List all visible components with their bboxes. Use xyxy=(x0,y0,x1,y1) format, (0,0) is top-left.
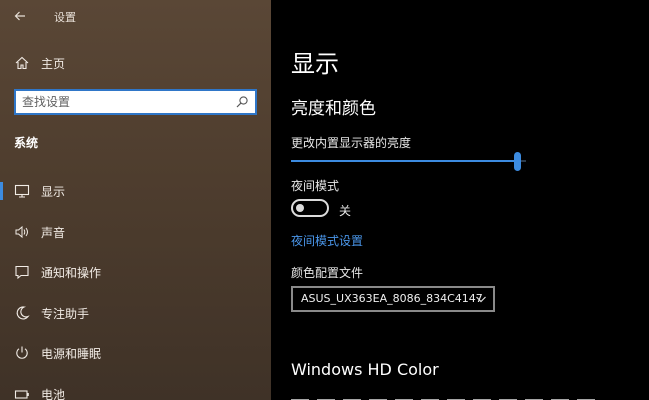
page-title: 显示 xyxy=(291,50,339,78)
color-profile-dropdown[interactable]: ASUS_UX363EA_8086_834C4147 xyxy=(291,286,495,312)
main-content: 显示 亮度和颜色 更改内置显示器的亮度 夜间模式 关 夜间模式设置 颜色配置文件… xyxy=(271,0,649,400)
sidebar-item-label: 主页 xyxy=(41,57,66,71)
night-light-state: 关 xyxy=(339,204,352,218)
moon-icon xyxy=(16,306,30,320)
section-title-brightness: 亮度和颜色 xyxy=(291,99,376,119)
sidebar-item-label: 声音 xyxy=(41,226,66,240)
power-icon xyxy=(16,346,28,359)
title-bar: 设置 xyxy=(0,0,271,32)
selection-indicator xyxy=(0,182,3,200)
section-label-system: 系统 xyxy=(14,136,39,150)
speaker-icon xyxy=(15,225,28,239)
night-light-settings-link[interactable]: 夜间模式设置 xyxy=(291,232,363,249)
color-profile-label: 颜色配置文件 xyxy=(291,266,364,280)
night-light-label: 夜间模式 xyxy=(291,179,340,193)
back-arrow-icon xyxy=(14,11,25,21)
back-button[interactable] xyxy=(10,6,30,26)
clipped-description-text xyxy=(291,390,631,400)
sidebar-item-label: 通知和操作 xyxy=(41,266,102,280)
sidebar-item-sound[interactable]: 声音 xyxy=(0,218,271,246)
sidebar-item-power-sleep[interactable]: 电源和睡眠 xyxy=(0,339,271,367)
sidebar-item-label: 显示 xyxy=(41,185,66,199)
hd-color-title: Windows HD Color xyxy=(291,360,439,379)
slider-fill xyxy=(291,160,518,162)
sidebar-item-label: 电池 xyxy=(41,388,66,400)
sidebar-item-focus-assist[interactable]: 专注助手 xyxy=(0,299,271,327)
chevron-down-icon xyxy=(476,296,486,303)
sidebar-item-label: 电源和睡眠 xyxy=(41,347,102,361)
brightness-label: 更改内置显示器的亮度 xyxy=(291,136,412,150)
home-icon xyxy=(15,56,29,70)
monitor-icon xyxy=(14,184,30,198)
search-input[interactable] xyxy=(22,93,227,111)
sidebar-item-battery[interactable]: 电池 xyxy=(0,380,271,400)
notification-icon xyxy=(15,265,29,280)
brightness-slider[interactable] xyxy=(291,152,526,172)
battery-icon xyxy=(14,390,29,399)
search-icon[interactable] xyxy=(235,95,249,109)
sidebar-item-display[interactable]: 显示 xyxy=(0,177,271,205)
search-box[interactable] xyxy=(14,89,257,115)
sidebar-item-notifications[interactable]: 通知和操作 xyxy=(0,258,271,286)
sidebar: 设置 主页 系统 显示 声音 通知和操作 xyxy=(0,0,271,400)
slider-thumb[interactable] xyxy=(514,152,521,171)
window-title: 设置 xyxy=(54,11,76,24)
night-light-toggle[interactable] xyxy=(291,199,329,217)
toggle-knob xyxy=(296,204,304,212)
sidebar-item-label: 专注助手 xyxy=(41,307,90,321)
dropdown-value: ASUS_UX363EA_8086_834C4147 xyxy=(301,292,483,305)
sidebar-item-home[interactable]: 主页 xyxy=(0,52,271,74)
